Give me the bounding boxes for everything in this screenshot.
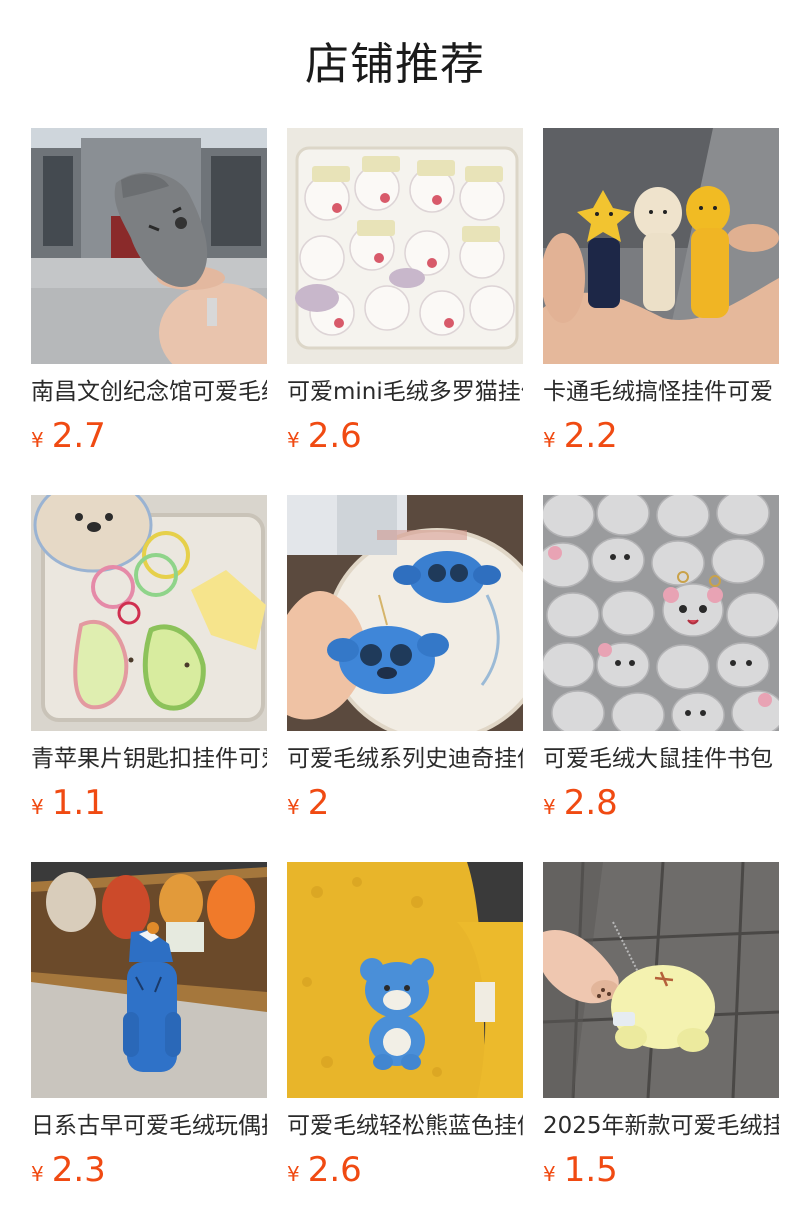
- product-card[interactable]: 2025年新款可爱毛绒挂件 ¥1.5: [543, 862, 779, 1229]
- product-name[interactable]: 南昌文创纪念馆可爱毛绒挂件: [31, 376, 267, 408]
- product-image[interactable]: [31, 862, 267, 1098]
- price-amount: 2.8: [563, 783, 618, 823]
- price-amount: 2.2: [563, 416, 618, 456]
- product-image[interactable]: [287, 128, 523, 364]
- currency-symbol: ¥: [31, 795, 44, 819]
- currency-symbol: ¥: [543, 795, 556, 819]
- apple-slice-keychain-photo: [31, 495, 267, 731]
- price-amount: 2.7: [51, 416, 106, 456]
- product-card[interactable]: 可爱毛绒大鼠挂件书包 ¥2.8: [543, 495, 779, 862]
- product-image[interactable]: [543, 862, 779, 1098]
- yellow-chick-plush-photo: [543, 862, 779, 1098]
- page-title: 店铺推荐: [305, 39, 485, 90]
- product-price: ¥2.8: [543, 782, 779, 824]
- white-cat-plush-pile-photo: [287, 128, 523, 364]
- product-card[interactable]: 青苹果片钥匙扣挂件可爱 ¥1.1: [31, 495, 267, 862]
- currency-symbol: ¥: [287, 1162, 300, 1186]
- product-card[interactable]: 可爱毛绒轻松熊蓝色挂件 ¥2.6: [287, 862, 523, 1229]
- three-plush-figures-in-hand-photo: [543, 128, 779, 364]
- product-price: ¥2: [287, 782, 523, 824]
- gray-plush-bear-photo: [31, 128, 267, 364]
- price-amount: 1.1: [51, 783, 106, 823]
- currency-symbol: ¥: [287, 795, 300, 819]
- product-name[interactable]: 可爱mini毛绒多罗猫挂件: [287, 376, 523, 408]
- product-image[interactable]: [287, 495, 523, 731]
- product-image[interactable]: [543, 128, 779, 364]
- product-price: ¥2.6: [287, 415, 523, 457]
- price-amount: 2.6: [307, 416, 362, 456]
- store-recommendation-page: 店铺推荐 南昌文创纪念馆可爱毛 ¥ 2.7 可爱mini毛绒多罗猫挂件 ¥ 2.…: [0, 0, 790, 1230]
- product-image[interactable]: [543, 495, 779, 731]
- product-price: ¥2.7: [31, 415, 267, 457]
- product-price: ¥1.5: [543, 1149, 779, 1191]
- product-card[interactable]: 可爱毛绒系列史迪奇挂件 ¥2: [287, 495, 523, 862]
- currency-symbol: ¥: [543, 428, 556, 452]
- product-price: ¥1.1: [31, 782, 267, 824]
- product-name[interactable]: 可爱毛绒系列史迪奇挂件: [287, 743, 523, 775]
- price-amount: 1.5: [563, 1150, 618, 1190]
- product-name[interactable]: 日系古早可爱毛绒玩偶挂件: [31, 1110, 267, 1142]
- product-card[interactable]: 卡通毛绒搞怪挂件可爱 ¥2.2: [543, 128, 779, 495]
- blue-bear-plush-on-yellow-photo: [287, 862, 523, 1098]
- product-name[interactable]: 可爱毛绒轻松熊蓝色挂件: [287, 1110, 523, 1142]
- currency-symbol: ¥: [31, 428, 44, 452]
- product-name[interactable]: 可爱毛绒大鼠挂件书包: [543, 743, 779, 775]
- product-price: ¥2.6: [287, 1149, 523, 1191]
- product-image[interactable]: [31, 495, 267, 731]
- price-amount: 2: [307, 783, 330, 823]
- product-card[interactable]: 可爱mini毛绒多罗猫挂件 ¥2.6: [287, 128, 523, 495]
- product-card[interactable]: 南昌文创纪念馆可爱毛绒挂件 ¥2.7: [31, 128, 267, 495]
- gray-mouse-plush-pile-photo: [543, 495, 779, 731]
- product-name[interactable]: 青苹果片钥匙扣挂件可爱: [31, 743, 267, 775]
- product-image[interactable]: [31, 128, 267, 364]
- page-header: 店铺推荐: [0, 0, 790, 128]
- product-grid: 南昌文创纪念馆可爱毛绒挂件 ¥2.7: [31, 128, 780, 1229]
- product-name[interactable]: 2025年新款可爱毛绒挂件: [543, 1110, 779, 1142]
- product-name[interactable]: 卡通毛绒搞怪挂件可爱: [543, 376, 779, 408]
- currency-symbol: ¥: [287, 428, 300, 452]
- price-amount: 2.3: [51, 1150, 106, 1190]
- blue-mountain-plush-photo: [31, 862, 267, 1098]
- product-image[interactable]: [287, 862, 523, 1098]
- currency-symbol: ¥: [543, 1162, 556, 1186]
- currency-symbol: ¥: [31, 1162, 44, 1186]
- product-card[interactable]: 日系古早可爱毛绒玩偶挂件 ¥2.3: [31, 862, 267, 1229]
- price-amount: 2.6: [307, 1150, 362, 1190]
- product-price: ¥2.3: [31, 1149, 267, 1191]
- product-price: ¥2.2: [543, 415, 779, 457]
- blue-stitch-plush-photo: [287, 495, 523, 731]
